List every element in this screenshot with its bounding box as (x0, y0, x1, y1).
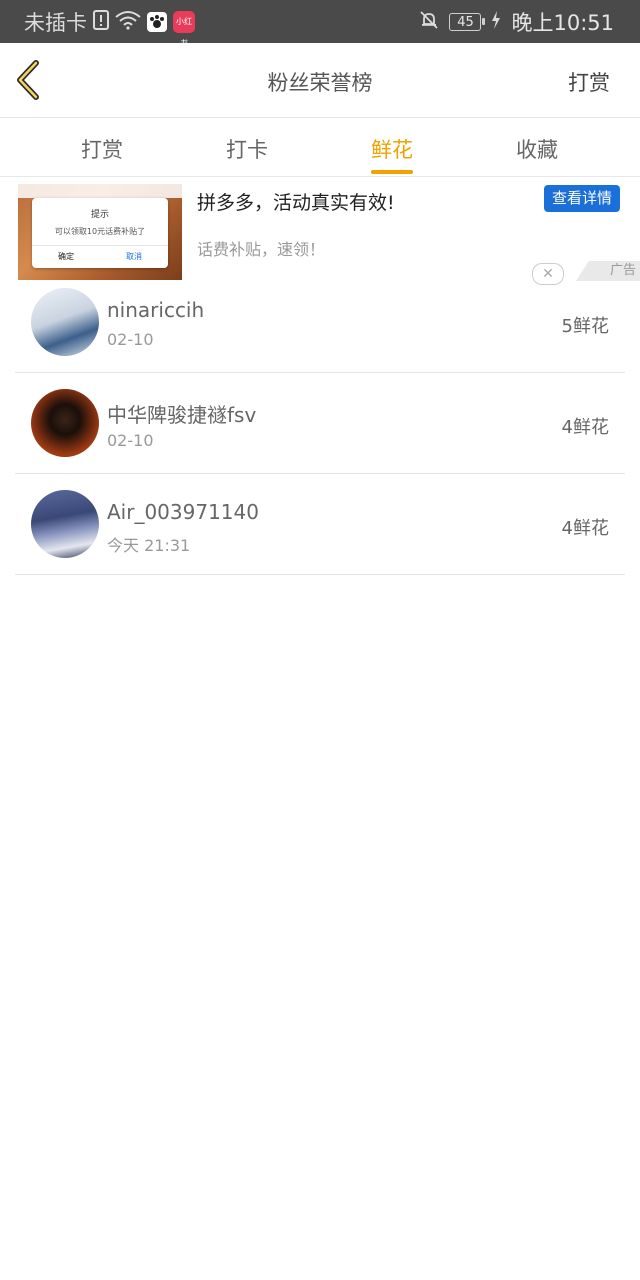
tab-reward[interactable]: 打赏 (62, 134, 142, 164)
sim-alert-icon (93, 10, 109, 34)
app-paw-icon (147, 12, 167, 32)
page-title: 粉丝荣誉榜 (267, 71, 373, 95)
charging-icon (491, 11, 501, 33)
avatar (31, 490, 99, 558)
list-item[interactable]: ninariccih 02-10 5鲜花 (15, 272, 625, 373)
ad-image-dialog: 提示 可以领取10元话费补贴了 确定 取消 (32, 198, 168, 268)
user-name: Air_003971140 (107, 500, 259, 524)
list-item[interactable]: 中华陴骏捷禭fsv 02-10 4鲜花 (15, 373, 625, 474)
flower-count: 4鲜花 (561, 417, 609, 438)
ad-dialog-divider (32, 245, 168, 246)
battery-indicator: 45 (449, 13, 486, 31)
flower-count: 4鲜花 (561, 518, 609, 539)
user-name: ninariccih (107, 298, 205, 322)
tab-bar: 打赏 打卡 鲜花 收藏 (0, 118, 640, 177)
tab-favorites[interactable]: 收藏 (497, 134, 577, 164)
ad-image: 提示 可以领取10元话费补贴了 确定 取消 (18, 184, 182, 280)
ad-dialog-ok: 确定 (58, 252, 74, 261)
active-tab-indicator (371, 170, 413, 174)
reward-button[interactable]: 打赏 (568, 67, 610, 97)
ad-dialog-body: 可以领取10元话费补贴了 (54, 227, 146, 236)
avatar (31, 288, 99, 356)
bell-off-icon (419, 10, 439, 34)
ad-image-strip (18, 184, 182, 198)
status-left: 未插卡 小红书 (24, 7, 195, 48)
ad-dialog-title: 提示 (90, 210, 109, 220)
carrier-label: 未插卡 (24, 11, 87, 35)
clock: 晚上10:51 (511, 11, 614, 35)
user-date: 02-10 (107, 431, 154, 450)
user-date: 02-10 (107, 330, 154, 349)
status-bar: 未插卡 小红书 45 晚上10:51 (0, 0, 640, 48)
list-item[interactable]: Air_003971140 今天 21:31 4鲜花 (15, 474, 625, 575)
ad-banner[interactable]: 提示 可以领取10元话费补贴了 确定 取消 拼多多，活动真实有效! 话费补贴，速… (0, 182, 640, 285)
fan-list: ninariccih 02-10 5鲜花 中华陴骏捷禭fsv 02-10 4鲜花… (15, 272, 625, 575)
tab-checkin[interactable]: 打卡 (207, 134, 287, 164)
user-name: 中华陴骏捷禭fsv (107, 403, 257, 427)
user-date: 今天 21:31 (107, 536, 191, 555)
ad-dialog-cancel: 取消 (126, 252, 142, 261)
avatar (31, 389, 99, 457)
ad-details-button[interactable]: 查看详情 (543, 185, 620, 212)
app-xiaohongshu-icon: 小红书 (173, 11, 195, 48)
ad-title: 拼多多，活动真实有效! (197, 192, 395, 214)
status-right: 45 晚上10:51 (419, 7, 614, 37)
flower-count: 5鲜花 (561, 316, 609, 337)
tab-flowers[interactable]: 鲜花 (352, 134, 432, 164)
nav-bar: 粉丝荣誉榜 打赏 (0, 43, 640, 118)
ad-subtitle: 话费补贴，速领！ (197, 240, 326, 259)
wifi-icon (115, 10, 141, 34)
